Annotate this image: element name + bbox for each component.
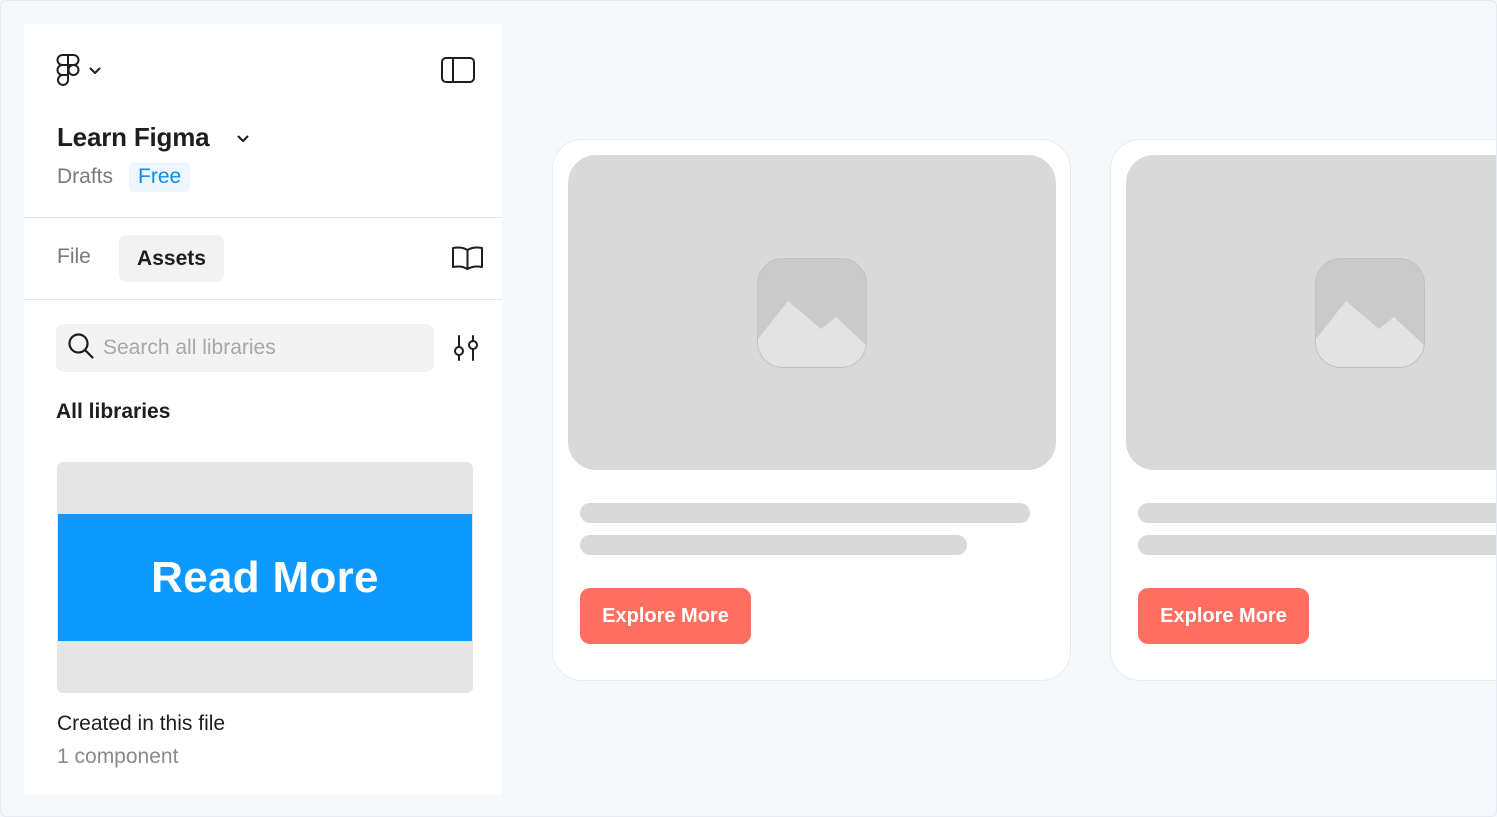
tab-assets[interactable]: Assets <box>119 235 224 282</box>
read-more-component: Read More <box>58 514 472 641</box>
file-title: Learn Figma <box>57 122 210 152</box>
figma-logo-icon <box>56 54 80 88</box>
sidebar-tabs: File Assets <box>24 218 502 300</box>
chevron-down-icon <box>89 67 101 75</box>
explore-more-button[interactable]: Explore More <box>580 588 751 644</box>
image-icon <box>1315 258 1425 368</box>
main-menu-button[interactable] <box>56 54 101 88</box>
card-frame[interactable]: Explore More <box>552 139 1071 681</box>
book-icon[interactable] <box>451 246 484 275</box>
left-sidebar: Learn Figma Drafts Free File Assets Sear… <box>24 24 502 795</box>
file-meta: Drafts Free <box>57 162 191 192</box>
text-skeleton <box>1138 535 1496 555</box>
component-preview[interactable]: Read More <box>57 462 473 693</box>
tab-file[interactable]: File <box>57 245 91 269</box>
text-skeleton <box>1138 503 1496 523</box>
figma-workspace: Learn Figma Drafts Free File Assets Sear… <box>0 0 1497 817</box>
component-group-name[interactable]: Created in this file <box>57 712 225 736</box>
sidebar-header: Learn Figma Drafts Free <box>24 24 502 218</box>
chevron-down-icon <box>237 130 249 148</box>
file-location[interactable]: Drafts <box>57 165 113 189</box>
text-skeleton <box>580 503 1030 523</box>
card-frame[interactable]: Explore More <box>1110 139 1496 681</box>
text-skeleton <box>580 535 967 555</box>
sliders-icon[interactable] <box>453 334 479 367</box>
search-input[interactable] <box>103 336 423 360</box>
component-count: 1 component <box>57 745 179 768</box>
plan-badge: Free <box>129 162 191 192</box>
sidebar-toggle-icon[interactable] <box>441 57 475 88</box>
card-image-placeholder <box>1126 155 1496 470</box>
libraries-heading: All libraries <box>56 400 171 423</box>
card-image-placeholder <box>568 155 1056 470</box>
file-title-menu[interactable]: Learn Figma <box>57 122 249 153</box>
search-icon <box>67 332 95 365</box>
explore-more-button[interactable]: Explore More <box>1138 588 1309 644</box>
search-field <box>56 324 434 372</box>
image-icon <box>757 258 867 368</box>
